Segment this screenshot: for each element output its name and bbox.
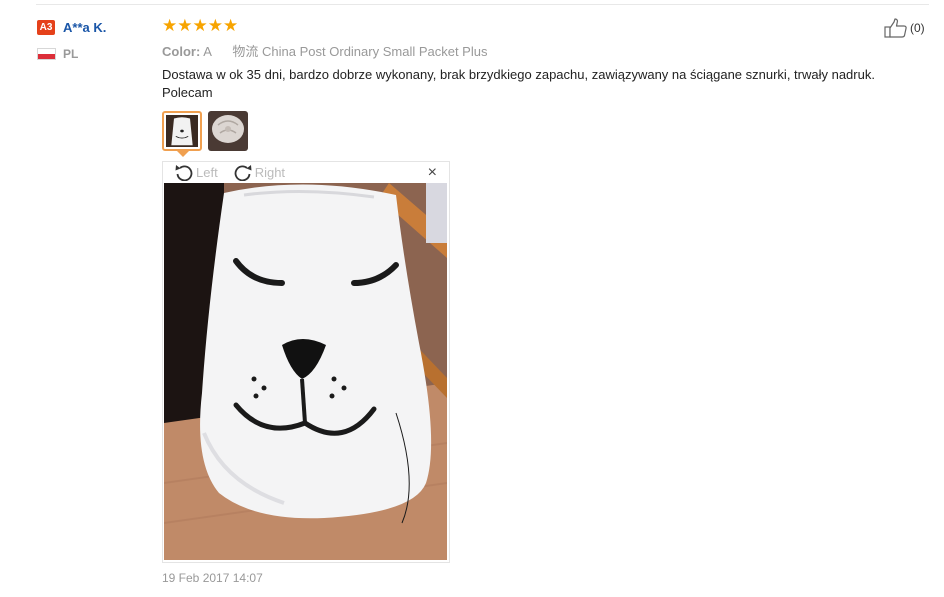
country-code: PL (63, 47, 79, 61)
logistics-label: 物流 (232, 44, 259, 59)
star-icon: ★ (207, 16, 223, 35)
username[interactable]: A**a K. (63, 20, 106, 35)
thumbnail-2[interactable] (208, 111, 248, 151)
user-level-badge: A3 (37, 20, 55, 35)
rotate-right-label: Right (254, 164, 286, 180)
rotate-left-icon (173, 163, 196, 181)
viewer-toolbar: Left Right (173, 162, 299, 182)
review-photo[interactable] (164, 183, 447, 560)
color-label: Color: (162, 44, 201, 59)
user-info: A3 A**a K. (37, 20, 106, 35)
color-value: A (203, 44, 212, 59)
star-icon: ★ (177, 16, 193, 35)
thumbnail-1[interactable] (162, 111, 202, 151)
order-attributes: Color: A 物流 China Post Ordinary Small Pa… (162, 41, 487, 60)
star-icon: ★ (162, 16, 178, 35)
review-date: 19 Feb 2017 14:07 (162, 571, 263, 585)
image-viewer: Left Right × (162, 161, 450, 563)
thumbs-up-icon[interactable] (884, 18, 908, 38)
star-rating: ★ ★ ★ ★ ★ (162, 17, 238, 34)
star-icon: ★ (192, 16, 208, 35)
helpful-button[interactable]: (0) (884, 18, 925, 38)
rotate-left-label: Left (196, 164, 218, 180)
rotate-right-icon (232, 163, 255, 181)
active-thumbnail-pointer (177, 151, 189, 157)
rotate-left-button[interactable]: Left (173, 163, 218, 181)
close-icon[interactable]: × (428, 164, 437, 182)
user-country: PL (37, 47, 78, 61)
review-text: Dostawa w ok 35 dni, bardzo dobrze wykon… (162, 67, 875, 100)
top-divider (36, 4, 929, 5)
review-image-thumbnails (162, 111, 254, 151)
poland-flag-icon (37, 48, 56, 60)
star-icon: ★ (223, 16, 239, 35)
helpful-count: (0) (910, 21, 925, 35)
rotate-right-button[interactable]: Right (232, 163, 285, 181)
logistics-value: China Post Ordinary Small Packet Plus (262, 44, 488, 59)
